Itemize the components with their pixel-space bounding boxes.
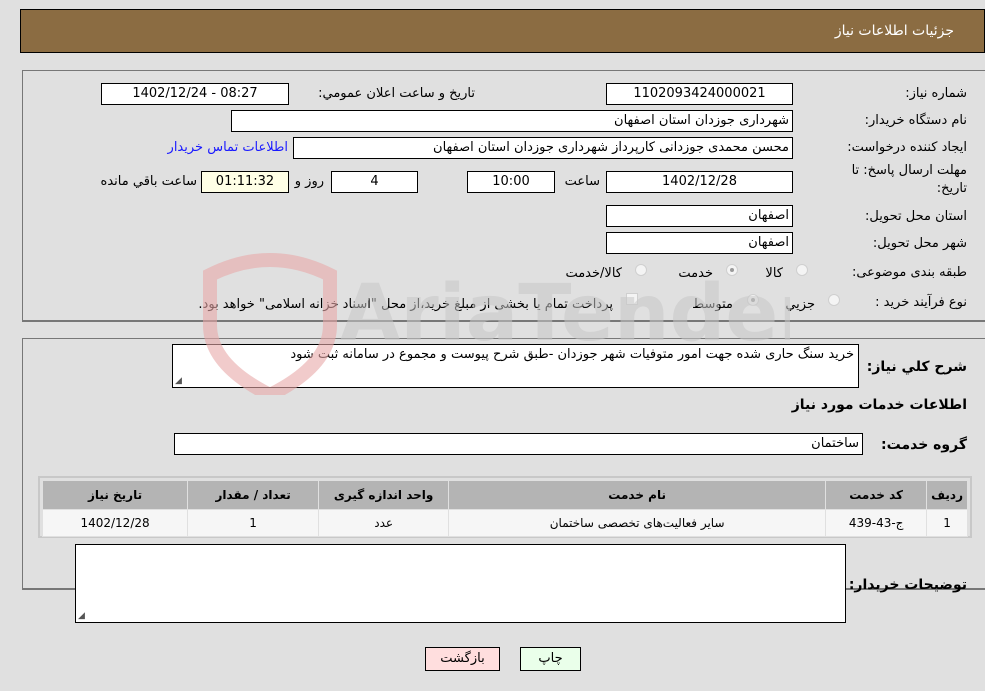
province-label: استان محل تحویل: — [865, 209, 967, 224]
purchase-process-label: نوع فرآیند خرید : — [875, 295, 967, 310]
services-table: ردیف کد خدمت نام خدمت واحد اندازه گیری ت… — [41, 480, 968, 537]
resize-grip-icon[interactable]: ◢ — [175, 376, 182, 386]
services-table-container: ردیف کد خدمت نام خدمت واحد اندازه گیری ت… — [38, 476, 972, 538]
buyer-org-field: شهرداری جوزدان استان اصفهان — [231, 110, 793, 132]
col-header-need-date: تاریخ نیاز — [41, 480, 189, 510]
col-header-quantity: تعداد / مقدار — [187, 480, 320, 510]
category-option-service: خدمت — [678, 266, 713, 281]
resize-grip-icon[interactable]: ◢ — [78, 611, 85, 621]
deadline-time-label: ساعت — [564, 174, 600, 189]
days-remaining-field: 4 — [331, 171, 418, 193]
province-field: اصفهان — [606, 205, 793, 227]
category-radio-service[interactable] — [726, 264, 738, 276]
announce-date-label: تاریخ و ساعت اعلان عمومي: — [318, 86, 475, 101]
service-group-field: ساختمان — [174, 433, 863, 455]
page-header: جزئیات اطلاعات نیاز — [20, 9, 985, 53]
buyer-contact-link[interactable]: اطلاعات تماس خریدار — [168, 140, 288, 155]
buyer-notes-label: توضیحات خریدار: — [848, 577, 967, 593]
buyer-notes-textarea[interactable]: ◢ — [75, 544, 846, 623]
cell-unit: عدد — [318, 509, 450, 537]
category-radio-goods-service[interactable] — [635, 264, 647, 276]
cell-service-code: ج-43-439 — [825, 509, 928, 537]
table-header-row: ردیف کد خدمت نام خدمت واحد اندازه گیری ت… — [41, 480, 968, 510]
deadline-time-field: 10:00 — [467, 171, 555, 193]
announce-date-field: 1402/12/24 - 08:27 — [101, 83, 289, 105]
process-option-minor: جزيي — [785, 297, 815, 312]
process-radio-minor[interactable] — [828, 294, 840, 306]
cell-service-name: سایر فعالیت‌های تخصصی ساختمان — [448, 509, 827, 537]
city-field: اصفهان — [606, 232, 793, 254]
category-radio-goods[interactable] — [796, 264, 808, 276]
need-details-panel — [22, 70, 985, 322]
category-option-goods: کالا — [765, 266, 783, 281]
creator-label: ایجاد کننده درخواست: — [847, 140, 967, 155]
treasury-checkbox[interactable] — [626, 293, 638, 305]
category-option-goods-service: کالا/خدمت — [565, 266, 622, 281]
need-number-field: 1102093424000021 — [606, 83, 793, 105]
creator-field: محسن محمدی جوزدانی کارپرداز شهرداری جوزد… — [293, 137, 793, 159]
buyer-org-label: نام دستگاه خریدار: — [864, 113, 967, 128]
remaining-time-field: 01:11:32 — [201, 171, 289, 193]
summary-text: خرید سنگ حاری شده جهت امور متوفیات شهر ج… — [290, 347, 854, 362]
summary-textarea[interactable]: خرید سنگ حاری شده جهت امور متوفیات شهر ج… — [172, 344, 859, 388]
category-label: طبقه بندی موضوعی: — [851, 265, 967, 280]
process-radio-medium[interactable] — [747, 294, 759, 306]
col-header-service-code: کد خدمت — [825, 480, 928, 510]
summary-label: شرح کلي نیاز: — [866, 359, 967, 375]
deadline-date-field: 1402/12/28 — [606, 171, 793, 193]
deadline-label-line2: تاریخ: — [936, 181, 967, 196]
table-row: 1 ج-43-439 سایر فعالیت‌های تخصصی ساختمان… — [41, 509, 968, 537]
deadline-label-line1: مهلت ارسال پاسخ: تا — [851, 163, 967, 178]
cell-need-date: 1402/12/28 — [41, 509, 189, 537]
cell-quantity: 1 — [187, 509, 320, 537]
page-title: جزئیات اطلاعات نیاز — [834, 23, 954, 39]
treasury-note: پرداخت تمام یا بخشی از مبلغ خرید،از محل … — [198, 297, 613, 312]
days-label: روز و — [294, 174, 324, 189]
col-header-row-number: ردیف — [926, 480, 968, 510]
remaining-time-label: ساعت باقي مانده — [100, 174, 197, 189]
need-number-label: شماره نیاز: — [905, 86, 967, 101]
print-button[interactable]: چاپ — [520, 647, 581, 671]
back-button[interactable]: بازگشت — [425, 647, 500, 671]
process-option-medium: متوسط — [692, 297, 733, 312]
city-label: شهر محل تحویل: — [872, 236, 967, 251]
col-header-service-name: نام خدمت — [448, 480, 827, 510]
cell-row-number: 1 — [926, 509, 968, 537]
services-section-title: اطلاعات خدمات مورد نیاز — [791, 397, 967, 413]
service-group-label: گروه خدمت: — [881, 437, 967, 453]
col-header-unit: واحد اندازه گیری — [318, 480, 450, 510]
